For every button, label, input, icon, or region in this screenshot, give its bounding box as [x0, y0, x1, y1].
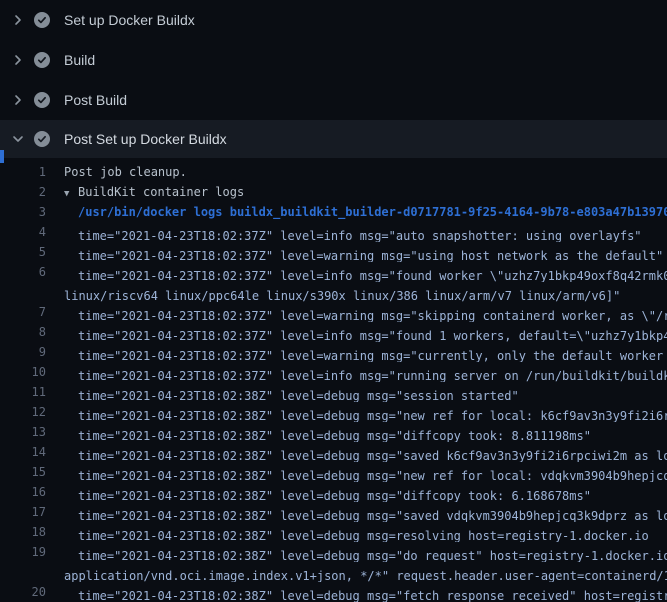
- line-number[interactable]: 11: [0, 382, 46, 402]
- step-header-post-build[interactable]: Post Build: [0, 80, 667, 120]
- log-text: time="2021-04-23T18:02:38Z" level=debug …: [46, 582, 667, 602]
- log-text: time="2021-04-23T18:02:37Z" level=info m…: [46, 322, 667, 342]
- log-text: time="2021-04-23T18:02:38Z" level=debug …: [46, 482, 667, 502]
- check-circle-icon: [34, 12, 50, 28]
- log-text: time="2021-04-23T18:02:37Z" level=warnin…: [46, 242, 667, 262]
- line-number[interactable]: 8: [0, 322, 46, 342]
- line-number[interactable]: 2: [0, 182, 46, 202]
- log-text: application/vnd.oci.image.index.v1+json,…: [46, 562, 667, 582]
- line-number[interactable]: 20: [0, 582, 46, 602]
- line-number[interactable]: 12: [0, 402, 46, 422]
- check-circle-icon: [34, 92, 50, 108]
- line-number[interactable]: 13: [0, 422, 46, 442]
- log-text: time="2021-04-23T18:02:37Z" level=warnin…: [46, 302, 667, 322]
- chevron-right-icon: [10, 52, 26, 68]
- line-number[interactable]: 7: [0, 302, 46, 322]
- log-command-text: /usr/bin/docker logs buildx_buildkit_bui…: [46, 202, 667, 222]
- log-text: time="2021-04-23T18:02:37Z" level=info m…: [46, 362, 667, 382]
- log-line: 2▼BuildKit container logs: [0, 182, 667, 202]
- log-text: time="2021-04-23T18:02:38Z" level=debug …: [46, 522, 667, 542]
- step-title: Set up Docker Buildx: [64, 12, 195, 28]
- line-number[interactable]: 1: [0, 162, 46, 182]
- check-circle-icon: [34, 52, 50, 68]
- chevron-right-icon: [10, 12, 26, 28]
- log-line: 4time="2021-04-23T18:02:37Z" level=info …: [0, 222, 667, 242]
- line-number[interactable]: 15: [0, 462, 46, 482]
- log-text: time="2021-04-23T18:02:38Z" level=debug …: [46, 402, 667, 422]
- log-line: 5time="2021-04-23T18:02:37Z" level=warni…: [0, 242, 667, 262]
- step-title: Post Build: [64, 92, 127, 108]
- log-text: time="2021-04-23T18:02:38Z" level=debug …: [46, 422, 667, 442]
- log-text: time="2021-04-23T18:02:38Z" level=debug …: [46, 462, 667, 482]
- chevron-down-icon: [10, 131, 26, 147]
- focus-indicator: [0, 150, 4, 163]
- line-number[interactable]: 5: [0, 242, 46, 262]
- log-line: application/vnd.oci.image.index.v1+json,…: [0, 562, 667, 582]
- log-line: 6time="2021-04-23T18:02:37Z" level=info …: [0, 262, 667, 282]
- log-text: ▼BuildKit container logs: [46, 182, 667, 202]
- log-text: time="2021-04-23T18:02:38Z" level=debug …: [46, 442, 667, 462]
- group-collapse-triangle-icon[interactable]: ▼: [64, 184, 78, 202]
- log-text: time="2021-04-23T18:02:37Z" level=warnin…: [46, 342, 667, 362]
- log-line: 3/usr/bin/docker logs buildx_buildkit_bu…: [0, 202, 667, 222]
- steps-list: Set up Docker Buildx Build Post Build Po…: [0, 0, 667, 158]
- log-line: 12time="2021-04-23T18:02:38Z" level=debu…: [0, 402, 667, 422]
- log-line: 13time="2021-04-23T18:02:38Z" level=debu…: [0, 422, 667, 442]
- log-line: 17time="2021-04-23T18:02:38Z" level=debu…: [0, 502, 667, 522]
- log-line: 19time="2021-04-23T18:02:38Z" level=debu…: [0, 542, 667, 562]
- group-label: BuildKit container logs: [78, 185, 244, 199]
- step-title: Build: [64, 52, 95, 68]
- log-area: 1Post job cleanup.2▼BuildKit container l…: [0, 158, 667, 602]
- chevron-right-icon: [10, 92, 26, 108]
- log-line: 11time="2021-04-23T18:02:38Z" level=debu…: [0, 382, 667, 402]
- line-number[interactable]: 16: [0, 482, 46, 502]
- line-number[interactable]: 18: [0, 522, 46, 542]
- line-number: [0, 562, 46, 582]
- log-text: time="2021-04-23T18:02:38Z" level=debug …: [46, 502, 667, 522]
- step-header-setup-docker-buildx[interactable]: Set up Docker Buildx: [0, 0, 667, 40]
- log-text: linux/riscv64 linux/ppc64le linux/s390x …: [46, 282, 667, 302]
- log-line: 8time="2021-04-23T18:02:37Z" level=info …: [0, 322, 667, 342]
- log-line: 15time="2021-04-23T18:02:38Z" level=debu…: [0, 462, 667, 482]
- log-line: linux/riscv64 linux/ppc64le linux/s390x …: [0, 282, 667, 302]
- line-number[interactable]: 9: [0, 342, 46, 362]
- log-line: 16time="2021-04-23T18:02:38Z" level=debu…: [0, 482, 667, 502]
- step-header-build[interactable]: Build: [0, 40, 667, 80]
- log-line: 18time="2021-04-23T18:02:38Z" level=debu…: [0, 522, 667, 542]
- step-title: Post Set up Docker Buildx: [64, 131, 227, 147]
- step-header-post-setup-docker-buildx[interactable]: Post Set up Docker Buildx: [0, 120, 667, 158]
- log-text: time="2021-04-23T18:02:38Z" level=debug …: [46, 382, 667, 402]
- log-line: 7time="2021-04-23T18:02:37Z" level=warni…: [0, 302, 667, 322]
- line-number[interactable]: 14: [0, 442, 46, 462]
- log-text: Post job cleanup.: [46, 162, 667, 182]
- line-number[interactable]: 3: [0, 202, 46, 222]
- line-number[interactable]: 17: [0, 502, 46, 522]
- line-number[interactable]: 19: [0, 542, 46, 562]
- line-number[interactable]: 6: [0, 262, 46, 282]
- line-number: [0, 282, 46, 302]
- log-line: 14time="2021-04-23T18:02:38Z" level=debu…: [0, 442, 667, 462]
- log-line: 1Post job cleanup.: [0, 162, 667, 182]
- line-number[interactable]: 10: [0, 362, 46, 382]
- log-text: time="2021-04-23T18:02:37Z" level=info m…: [46, 222, 667, 242]
- log-text: time="2021-04-23T18:02:37Z" level=info m…: [46, 262, 667, 282]
- log-line: 10time="2021-04-23T18:02:37Z" level=info…: [0, 362, 667, 382]
- check-circle-icon: [34, 131, 50, 147]
- log-line: 20time="2021-04-23T18:02:38Z" level=debu…: [0, 582, 667, 602]
- log-line: 9time="2021-04-23T18:02:37Z" level=warni…: [0, 342, 667, 362]
- log-text: time="2021-04-23T18:02:38Z" level=debug …: [46, 542, 667, 562]
- line-number[interactable]: 4: [0, 222, 46, 242]
